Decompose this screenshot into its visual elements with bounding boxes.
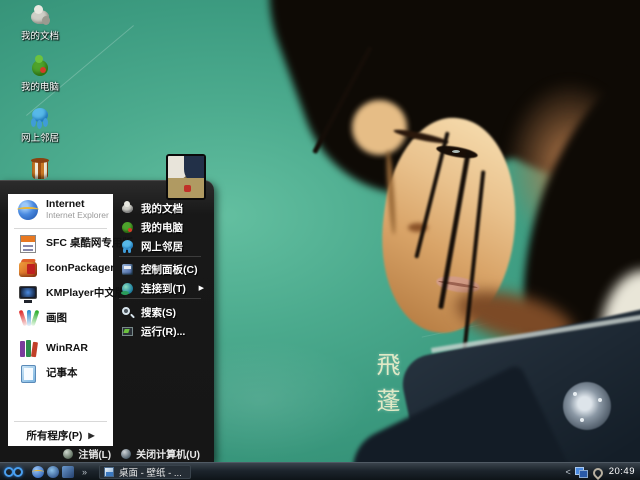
- brooch-dot: [573, 392, 577, 396]
- desktop-icon-label: 我的电脑: [20, 82, 59, 93]
- menu-item-iconpackager[interactable]: IconPackager: [8, 256, 115, 281]
- taskbar-clock: 20:49: [608, 466, 635, 477]
- all-programs-label: 所有程序(P): [26, 429, 83, 442]
- tray-network-icon[interactable]: [574, 466, 588, 478]
- log-off-icon: [63, 448, 74, 459]
- menu-item-title: Internet: [46, 198, 85, 210]
- menu-separator: [14, 421, 107, 422]
- menu-item-label: 连接到(T): [141, 282, 186, 295]
- quick-launch-bar: »: [32, 465, 91, 478]
- notepad-icon: [17, 363, 39, 385]
- menu-item-label: 网上邻居: [141, 240, 183, 253]
- wallpaper-signature: 飛蓬: [372, 352, 398, 424]
- log-off-label: 注销(L): [78, 450, 112, 461]
- turn-off-icon: [121, 448, 132, 459]
- desktop-icon-network-places[interactable]: 网上邻居: [8, 106, 72, 144]
- portrait-brooch: [563, 382, 611, 430]
- menu-item-label: 搜索(S): [141, 306, 176, 319]
- my-computer-icon: [28, 55, 52, 79]
- paint-icon: [17, 308, 40, 330]
- internet-explorer-icon: [17, 199, 39, 221]
- wallpaper-window-icon: [104, 466, 115, 477]
- portrait-eye-glint: [452, 150, 460, 153]
- menu-item-subtitle: Internet Explorer: [46, 210, 109, 220]
- recycle-bin-icon: [28, 157, 52, 181]
- taskbar-task-button[interactable]: 桌面 - 壁纸 - ...: [99, 464, 191, 479]
- menu-separator: [119, 256, 201, 257]
- my-documents-icon: [120, 200, 135, 216]
- tray-volume-icon[interactable]: [591, 466, 602, 477]
- desktop-icon-label: 我的文档: [20, 31, 59, 42]
- menu-item-my-documents[interactable]: 我的文档: [113, 199, 207, 217]
- desktop-icon-my-computer[interactable]: 我的电脑: [8, 55, 72, 93]
- all-programs-button[interactable]: 所有程序(P) ▶: [8, 424, 113, 446]
- menu-separator: [14, 228, 107, 229]
- menu-item-network-places[interactable]: 网上邻居: [113, 237, 207, 255]
- network-places-icon: [120, 239, 135, 254]
- run-icon: [120, 324, 135, 339]
- kmplayer-icon: [17, 283, 39, 305]
- menu-item-title: IconPackager: [46, 262, 115, 274]
- tray-collapse-icon[interactable]: <: [565, 467, 570, 477]
- menu-item-label: 运行(R)...: [141, 325, 186, 338]
- menu-item-connect-to[interactable]: 连接到(T) ▶: [113, 279, 207, 297]
- desktop-icon-list: 我的文档 我的电脑 网上邻居 回收站: [8, 4, 72, 208]
- connect-to-icon: [120, 281, 135, 296]
- log-off-button[interactable]: 注销(L): [63, 446, 111, 461]
- menu-item-title: 记事本: [46, 367, 78, 379]
- menu-item-internet[interactable]: Internet Internet Explorer: [8, 194, 113, 226]
- quick-launch-internet-explorer-icon[interactable]: [32, 465, 44, 478]
- network-places-icon: [28, 106, 52, 130]
- submenu-arrow-icon: ▶: [198, 285, 204, 292]
- menu-item-kmplayer[interactable]: KMPlayer中文版: [8, 281, 125, 306]
- winrar-icon: [17, 338, 39, 360]
- quick-launch-app-icon[interactable]: [62, 465, 74, 478]
- menu-item-label: 我的文档: [141, 202, 183, 215]
- quick-launch-browser-icon[interactable]: [47, 465, 59, 478]
- turn-off-computer-button[interactable]: 关闭计算机(U): [121, 446, 200, 461]
- quick-launch-overflow-icon[interactable]: »: [82, 467, 87, 477]
- search-icon: [120, 305, 135, 320]
- start-button[interactable]: [0, 463, 30, 480]
- start-menu-places-panel: 我的文档 我的电脑 网上邻居 控制面板(C) 连接到(T) ▶ 搜索(S) 运行…: [113, 194, 207, 446]
- my-documents-icon: [28, 4, 52, 28]
- menu-item-label: 我的电脑: [141, 221, 183, 234]
- iconpackager-icon: [17, 258, 39, 280]
- sfc-icon: [17, 233, 39, 255]
- menu-separator: [119, 298, 201, 299]
- desktop-screen: 飛蓬 我的文档 我的电脑 网上邻居 回收站: [0, 0, 640, 480]
- desktop-icon-label: 网上邻居: [20, 133, 59, 144]
- system-tray: < 20:49: [565, 466, 640, 478]
- control-panel-icon: [120, 262, 135, 277]
- menu-item-notepad[interactable]: 记事本: [8, 361, 113, 386]
- menu-item-label: 控制面板(C): [141, 263, 198, 276]
- my-computer-icon: [120, 220, 135, 235]
- brooch-dot: [580, 418, 584, 422]
- portrait-forehead: [352, 100, 407, 155]
- menu-item-my-computer[interactable]: 我的电脑: [113, 218, 207, 236]
- turn-off-label: 关闭计算机(U): [136, 450, 200, 461]
- desktop-icon-my-documents[interactable]: 我的文档: [8, 4, 72, 42]
- start-menu-pinned-panel: Internet Internet Explorer SFC 桌酷网专用版 Ic…: [8, 194, 133, 446]
- start-logo-icon: [13, 466, 23, 477]
- menu-item-title: 画图: [46, 312, 67, 324]
- start-menu: Internet Internet Explorer SFC 桌酷网专用版 Ic…: [0, 154, 214, 462]
- menu-item-search[interactable]: 搜索(S): [113, 303, 207, 321]
- menu-item-winrar[interactable]: WinRAR: [8, 336, 113, 361]
- menu-item-run[interactable]: 运行(R)...: [113, 322, 207, 340]
- menu-item-title: WinRAR: [46, 342, 88, 354]
- task-label: 桌面 - 壁纸 - ...: [119, 467, 182, 479]
- taskbar: » 桌面 - 壁纸 - ... < 20:49: [0, 462, 640, 480]
- all-programs-arrow-icon: ▶: [88, 430, 95, 440]
- menu-item-control-panel[interactable]: 控制面板(C): [113, 260, 207, 278]
- start-menu-footer: 注销(L) 关闭计算机(U): [0, 445, 214, 462]
- menu-item-sfc[interactable]: SFC 桌酷网专用版: [8, 231, 133, 256]
- menu-item-paint[interactable]: 画图: [8, 306, 113, 331]
- brooch-dot: [598, 398, 602, 402]
